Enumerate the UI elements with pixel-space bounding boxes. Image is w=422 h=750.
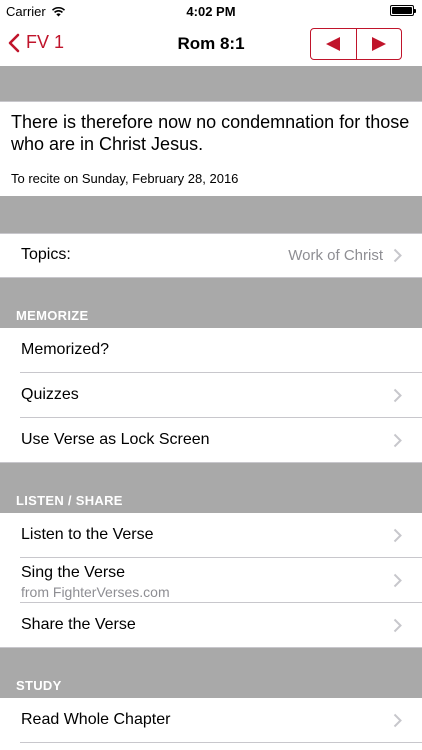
- share-row[interactable]: Share the Verse: [0, 603, 422, 648]
- sing-row[interactable]: Sing the Verse from FighterVerses.com: [0, 558, 422, 603]
- section-header-study: STUDY: [0, 648, 422, 698]
- status-time: 4:02 PM: [186, 4, 236, 19]
- back-button[interactable]: FV 1: [8, 32, 64, 53]
- lock-screen-row[interactable]: Use Verse as Lock Screen: [0, 418, 422, 463]
- section-header-label: LISTEN / SHARE: [16, 493, 123, 508]
- listen-row[interactable]: Listen to the Verse: [0, 513, 422, 558]
- battery-icon: [390, 5, 416, 16]
- chevron-right-icon: [393, 618, 402, 633]
- section-header-listen-share: LISTEN / SHARE: [0, 463, 422, 513]
- chevron-right-icon: [393, 573, 402, 588]
- verse-text: There is therefore now no condemnation f…: [11, 112, 410, 154]
- chevron-right-icon: [393, 713, 402, 728]
- topics-label: Topics:: [21, 246, 71, 263]
- spacer-band: [0, 196, 422, 233]
- back-button-label: FV 1: [26, 32, 65, 52]
- chevron-left-icon: [8, 33, 20, 52]
- verse-card: There is therefore now no condemnation f…: [0, 101, 422, 196]
- spacer-band: [0, 66, 422, 101]
- read-chapter-row[interactable]: Read Whole Chapter: [0, 698, 422, 743]
- section-header-memorize: MEMORIZE: [0, 278, 422, 328]
- chevron-right-icon: [393, 248, 402, 263]
- chevron-right-icon: [393, 528, 402, 543]
- previous-verse-button[interactable]: [311, 29, 356, 59]
- memorized-row[interactable]: Memorized?: [0, 328, 422, 373]
- nav-bar: FV 1 Rom 8:1: [0, 22, 422, 66]
- quizzes-row[interactable]: Quizzes: [0, 373, 422, 418]
- memorized-label: Memorized?: [21, 341, 110, 358]
- triangle-left-icon: [326, 37, 341, 51]
- triangle-right-icon: [371, 37, 386, 51]
- sing-sublabel: from FighterVerses.com: [21, 584, 170, 600]
- lock-screen-label: Use Verse as Lock Screen: [21, 431, 210, 448]
- recite-date: To recite on Sunday, February 28, 2016: [11, 171, 239, 186]
- status-bar: Carrier 4:02 PM: [0, 0, 422, 22]
- quizzes-label: Quizzes: [21, 386, 79, 403]
- listen-label: Listen to the Verse: [21, 526, 154, 543]
- row-divider: [0, 233, 422, 234]
- row-divider: [20, 742, 422, 743]
- sing-label: Sing the Verse: [21, 564, 126, 581]
- read-chapter-label: Read Whole Chapter: [21, 711, 171, 728]
- section-header-label: MEMORIZE: [16, 308, 89, 323]
- chevron-right-icon: [393, 388, 402, 403]
- next-verse-button[interactable]: [355, 29, 402, 59]
- section-header-label: STUDY: [16, 678, 62, 693]
- topics-value: Work of Christ: [288, 247, 383, 264]
- share-label: Share the Verse: [21, 616, 136, 633]
- chevron-right-icon: [393, 433, 402, 448]
- verse-nav-segmented: [310, 28, 402, 60]
- topics-row[interactable]: Topics: Work of Christ: [0, 233, 422, 278]
